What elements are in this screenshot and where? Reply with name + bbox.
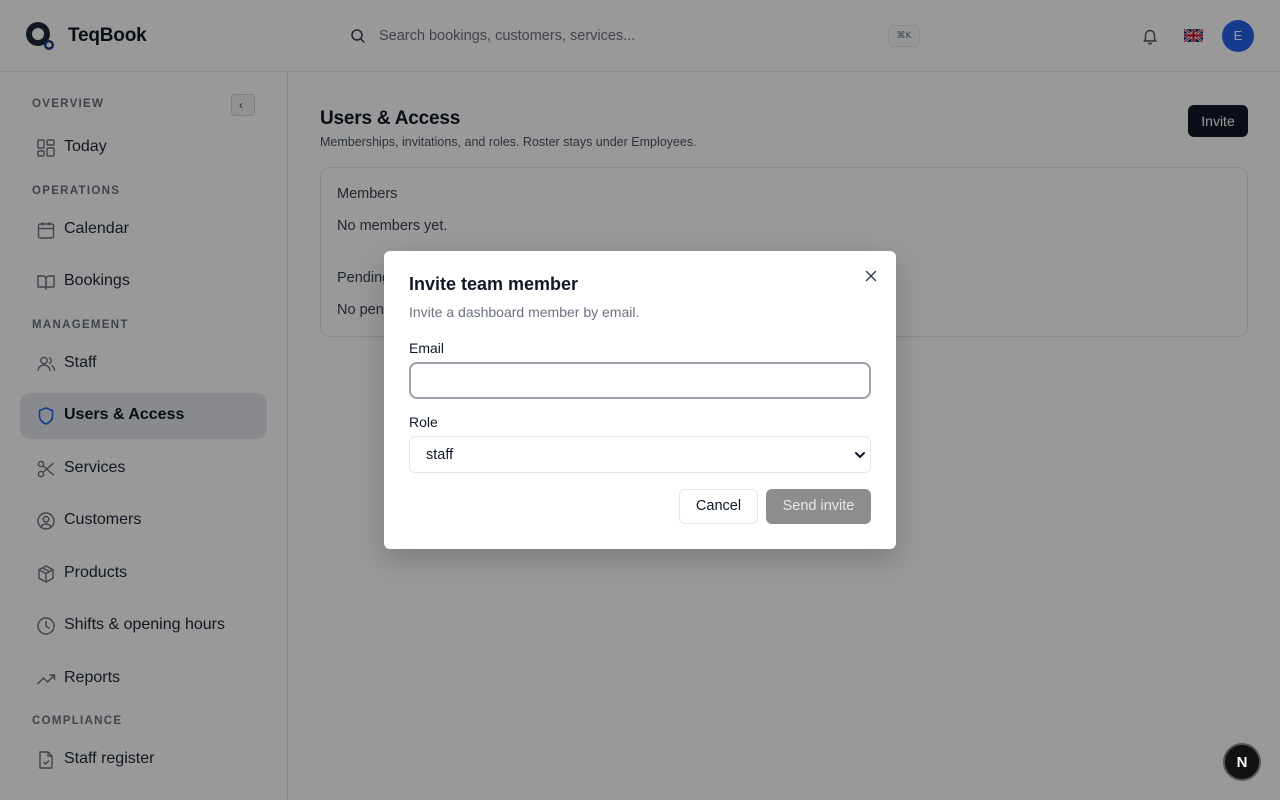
dev-badge-label: N: [1236, 754, 1248, 771]
dialog-description: Invite a dashboard member by email.: [409, 304, 640, 320]
invite-dialog: Invite team member Invite a dashboard me…: [384, 251, 896, 549]
close-icon[interactable]: [863, 268, 879, 284]
dev-tools-badge[interactable]: N: [1223, 743, 1261, 781]
role-label: Role: [409, 414, 438, 430]
email-label: Email: [409, 340, 445, 356]
cancel-button[interactable]: Cancel: [679, 489, 758, 524]
send-invite-button[interactable]: Send invite: [766, 489, 871, 524]
dialog-title: Invite team member: [409, 274, 579, 294]
role-select[interactable]: staff: [409, 436, 871, 473]
chevron-down-icon: [855, 452, 865, 458]
role-select-value: staff: [426, 447, 454, 463]
email-field[interactable]: [409, 362, 871, 399]
